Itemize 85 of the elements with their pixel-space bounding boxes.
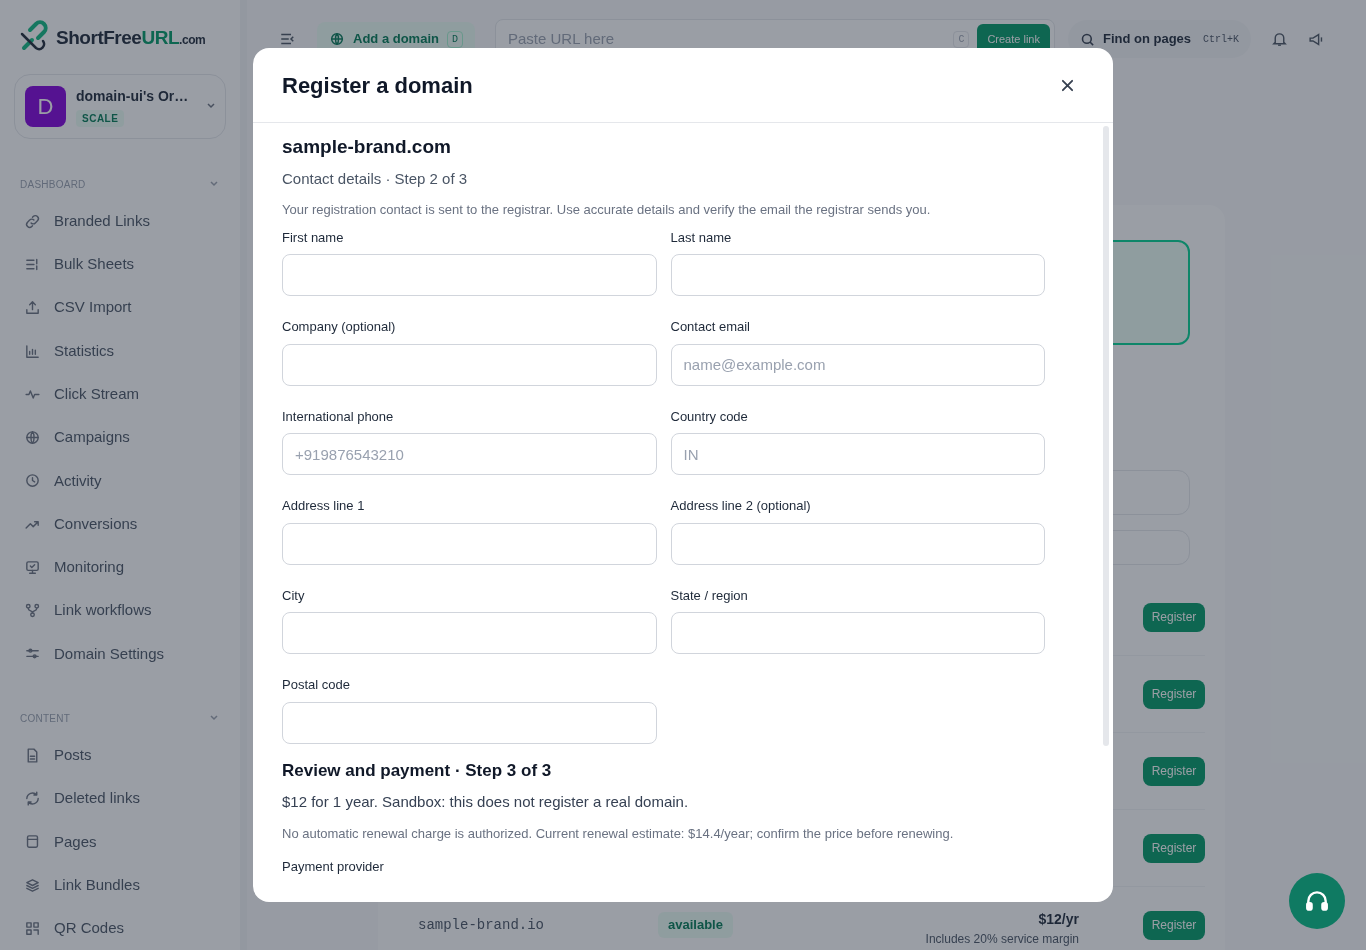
sidebar-item[interactable]: Monitoring <box>14 545 226 590</box>
logo-wordmark: ShortFreeURL.com <box>56 25 206 50</box>
sidebar-item[interactable]: Activity <box>14 459 226 503</box>
price-note: Includes 20% service margin <box>925 931 1079 948</box>
field-label: Payment provider <box>282 858 385 876</box>
close-icon <box>1060 78 1074 92</box>
input-field[interactable] <box>282 522 657 565</box>
monitor-icon <box>24 558 41 576</box>
qr-code-icon <box>24 919 41 937</box>
register-button[interactable]: Register <box>1143 602 1205 632</box>
sidebar-item[interactable]: Posts <box>14 733 226 777</box>
headset-icon <box>1304 888 1330 914</box>
field-label: Address line 2 (optional) <box>670 497 811 515</box>
sidebar-item[interactable]: Link workflows <box>14 589 226 633</box>
sidebar-item[interactable]: Deleted links <box>14 776 226 821</box>
price: $12/yr <box>1038 910 1079 929</box>
bar-chart-icon <box>24 342 41 360</box>
input-field[interactable] <box>282 701 657 744</box>
section-heading: Review and payment · Step 3 of 3 <box>282 759 553 782</box>
domain-name: sample-brand.io <box>418 915 546 935</box>
sidebar-item[interactable]: Conversions <box>14 502 226 546</box>
sidebar-item[interactable]: Pages <box>14 820 226 864</box>
upload-icon <box>24 299 41 317</box>
sidebar-item[interactable]: QR Codes <box>14 906 226 950</box>
sidebar-item[interactable]: CSV Import <box>14 286 226 330</box>
step-label: Contact details · Step 2 of 3 <box>282 168 469 189</box>
field-label: International phone <box>282 407 394 426</box>
plan-badge: SCALE <box>76 109 125 127</box>
input-field[interactable] <box>670 522 1045 565</box>
sidebar-item[interactable]: Branded Links <box>14 199 226 243</box>
sidebar-item[interactable]: Bulk Sheets <box>14 242 226 287</box>
bell-icon[interactable] <box>1271 30 1289 48</box>
field-label: Address line 1 <box>282 497 365 515</box>
input-field[interactable]: +919876543210 <box>282 433 657 475</box>
input-field[interactable] <box>670 612 1045 654</box>
link-icon <box>24 212 41 230</box>
field-label: City <box>282 586 305 605</box>
shortcut-key: D <box>446 30 463 48</box>
organization-avatar: D <box>25 85 66 127</box>
field-label: Contact email <box>670 318 750 336</box>
domain-heading: sample-brand.com <box>282 135 452 159</box>
input-field[interactable] <box>282 612 657 654</box>
page-icon <box>24 833 41 851</box>
register-button[interactable]: Register <box>1143 910 1205 940</box>
input-field[interactable] <box>282 343 657 386</box>
field-label: First name <box>282 228 344 247</box>
chevron-down-icon <box>207 103 215 110</box>
shortcut-key: Ctrl+K <box>1203 31 1240 47</box>
globe-icon <box>24 429 41 447</box>
sidebar-item[interactable]: Domain Settings <box>14 632 226 676</box>
help-text: No automatic renewal charge is authorized. Current renewal estimate: $14.4/year; confirm the price before renewing. <box>282 824 955 843</box>
input-field[interactable]: IN <box>670 433 1045 475</box>
organization-name: domain-ui's Or… <box>76 86 190 106</box>
input-field[interactable]: name@example.com <box>670 343 1045 386</box>
organization-switcher[interactable]: D domain-ui's Or… SCALE <box>14 74 226 139</box>
sidebar-item[interactable]: Link Bundles <box>14 863 226 907</box>
refresh-icon <box>24 790 41 808</box>
search-icon <box>1079 31 1095 47</box>
help-text: Your registration contact is sent to the registrar. Use accurate details and verify the email the registrar sends you. <box>282 201 932 219</box>
globe-icon <box>329 31 345 47</box>
register-button[interactable]: Register <box>1143 679 1205 709</box>
field-label: Postal code <box>282 676 350 694</box>
chevron-down-icon <box>210 715 218 722</box>
sidebar-item[interactable]: Click Stream <box>14 372 226 416</box>
clock-icon <box>24 472 41 490</box>
sidebar-item[interactable]: Campaigns <box>14 415 226 460</box>
search-button[interactable]: Find on pages Ctrl+K <box>1067 20 1252 58</box>
field-label: Last name <box>670 228 732 247</box>
input-field[interactable] <box>670 254 1045 296</box>
scrollbar-thumb[interactable] <box>1103 126 1109 746</box>
price-summary: $12 for 1 year. Sandbox: this does not register a real domain. <box>282 792 690 812</box>
section-heading: DASHBOARD <box>20 177 86 192</box>
register-button[interactable]: Register <box>1143 756 1205 786</box>
branch-icon <box>24 602 41 620</box>
register-button[interactable]: Register <box>1143 833 1205 863</box>
status-badge: available <box>658 912 733 938</box>
dialog-title: Register a domain <box>282 71 473 100</box>
input-field[interactable] <box>282 254 657 296</box>
section-heading: CONTENT <box>20 711 71 726</box>
chevron-down-icon <box>210 181 218 187</box>
field-label: Company (optional) <box>282 318 396 336</box>
field-label: Country code <box>670 407 748 426</box>
sidebar-item[interactable]: Statistics <box>14 329 226 373</box>
field-label: State / region <box>670 586 748 605</box>
layers-icon <box>24 876 41 894</box>
